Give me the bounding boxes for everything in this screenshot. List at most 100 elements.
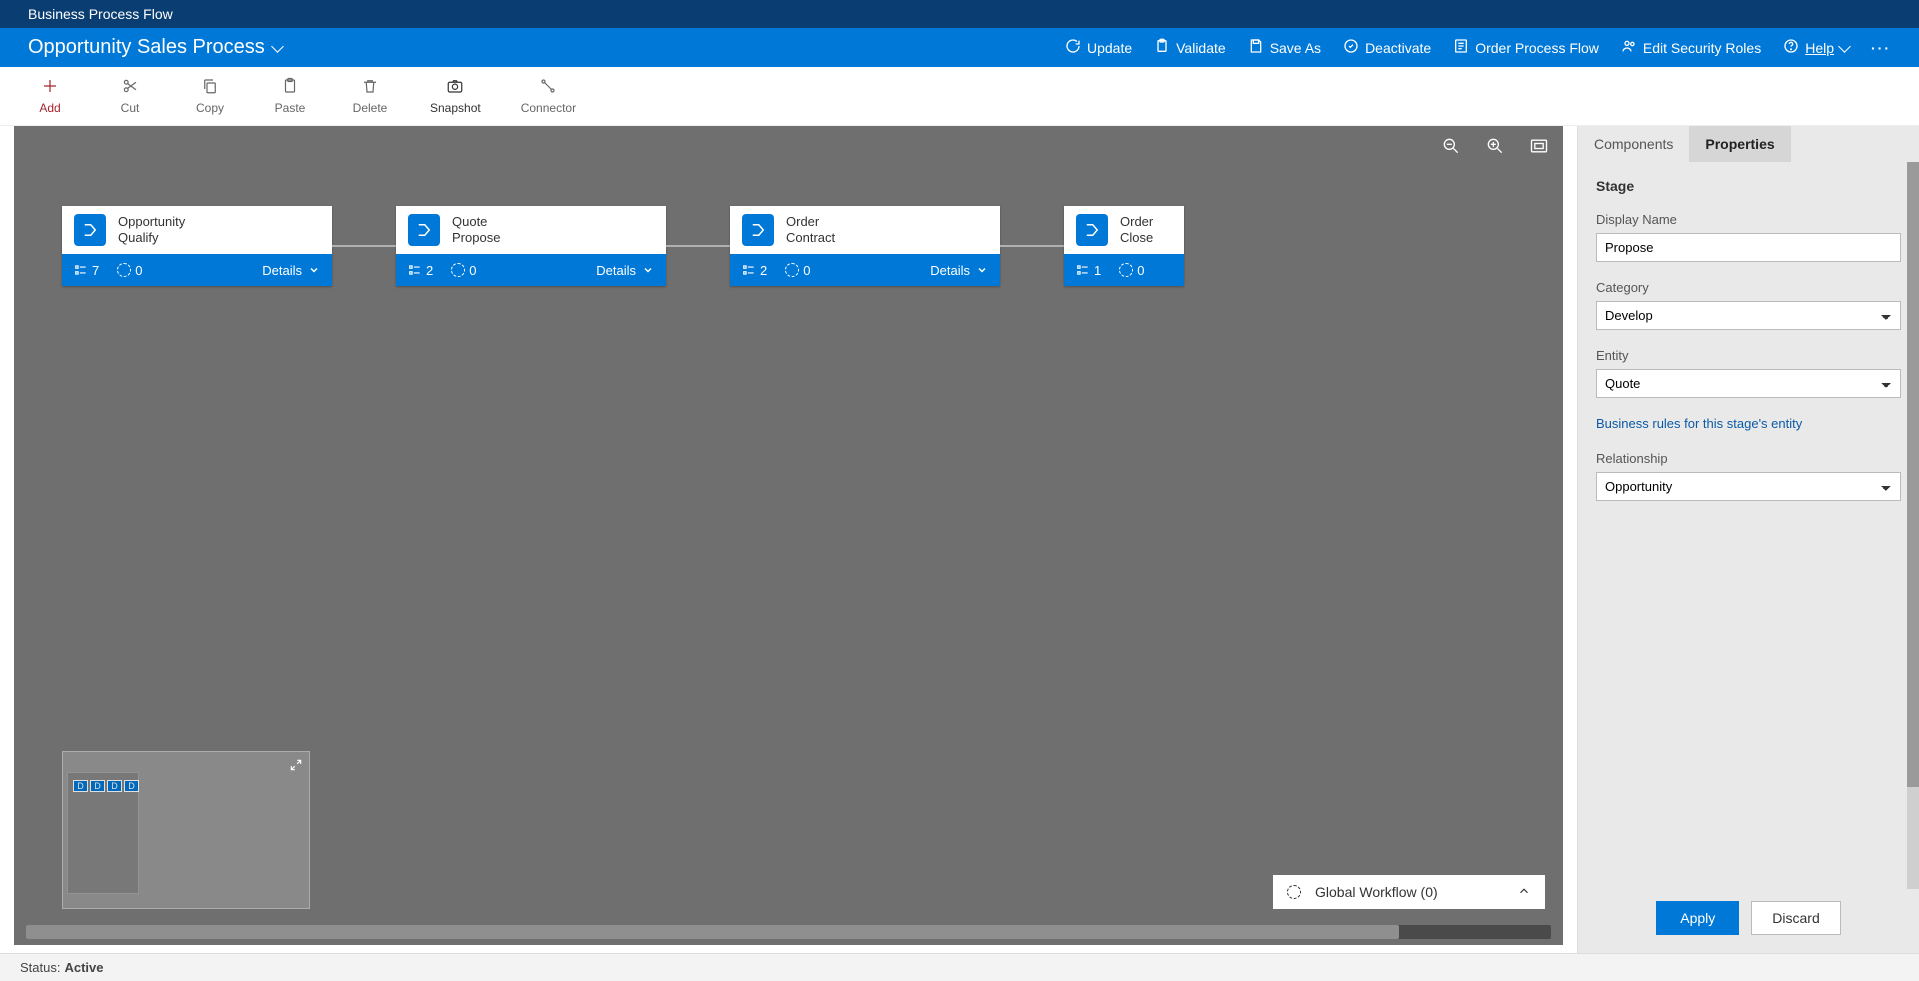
order-flow-icon (1453, 38, 1469, 57)
ribbon-actions: Update Validate Save As Deactivate Order… (1065, 38, 1891, 57)
copy-icon (201, 77, 219, 95)
delete-button[interactable]: Delete (350, 77, 390, 115)
plus-icon (41, 77, 59, 95)
section-title: Stage (1596, 178, 1901, 194)
workflow-count: 0 (1119, 263, 1144, 278)
display-name-input[interactable] (1596, 233, 1901, 262)
stage-icon (74, 214, 106, 246)
status-value: Active (64, 960, 103, 975)
chevron-down-icon (1838, 40, 1851, 53)
stage-card[interactable]: OrderContract 2 0 Details (730, 206, 1000, 286)
deactivate-icon (1343, 38, 1359, 57)
canvas-tools (1441, 136, 1549, 159)
edit-security-roles-button[interactable]: Edit Security Roles (1621, 38, 1761, 57)
step-count: 2 (742, 263, 767, 278)
fit-screen-button[interactable] (1529, 136, 1549, 159)
entity-select[interactable]: Quote (1596, 369, 1901, 398)
expand-icon[interactable] (289, 758, 303, 775)
stage-card[interactable]: OpportunityQualify 7 0 Details (62, 206, 332, 286)
workflow-count: 0 (785, 263, 810, 278)
stage-icon (1076, 214, 1108, 246)
app-titlebar: Business Process Flow (0, 0, 1919, 28)
connector-button[interactable]: Connector (521, 77, 576, 115)
connector-line (666, 245, 730, 247)
help-icon (1783, 38, 1799, 57)
status-label: Status: (20, 960, 60, 975)
details-toggle[interactable]: Details (262, 263, 320, 278)
stage-icon (408, 214, 440, 246)
help-button[interactable]: Help (1783, 38, 1849, 57)
step-count: 1 (1076, 263, 1101, 278)
save-icon (1248, 38, 1264, 57)
save-as-button[interactable]: Save As (1248, 38, 1321, 57)
details-toggle[interactable]: Details (930, 263, 988, 278)
details-toggle[interactable]: Details (596, 263, 654, 278)
main-area: OpportunityQualify 7 0 Details QuotePropo… (0, 126, 1919, 953)
add-button[interactable]: Add (30, 77, 70, 115)
trash-icon (361, 77, 379, 95)
global-workflow-bar[interactable]: Global Workflow (0) (1273, 875, 1545, 909)
apply-button[interactable]: Apply (1656, 901, 1739, 935)
statusbar: Status: Active (0, 953, 1919, 981)
more-button[interactable]: ··· (1871, 40, 1891, 56)
tab-components[interactable]: Components (1578, 126, 1689, 162)
zoom-in-button[interactable] (1485, 136, 1505, 159)
stage-icon (742, 214, 774, 246)
camera-icon (446, 77, 464, 95)
business-rules-link[interactable]: Business rules for this stage's entity (1596, 416, 1901, 431)
side-tabs: Components Properties (1578, 126, 1919, 162)
workflow-count: 0 (117, 263, 142, 278)
order-process-flow-button[interactable]: Order Process Flow (1453, 38, 1599, 57)
step-count: 7 (74, 263, 99, 278)
zoom-out-button[interactable] (1441, 136, 1461, 159)
stage-card[interactable]: OrderClose 1 0 (1064, 206, 1184, 286)
scissors-icon (121, 77, 139, 95)
stage-title: QuotePropose (452, 214, 500, 245)
relationship-select[interactable]: Opportunity (1596, 472, 1901, 501)
category-label: Category (1596, 280, 1901, 295)
copy-button[interactable]: Copy (190, 77, 230, 115)
stage-row: OpportunityQualify 7 0 Details QuotePropo… (62, 206, 1184, 286)
clipboard-icon (1154, 38, 1170, 57)
process-name-dropdown[interactable]: Opportunity Sales Process (28, 36, 282, 59)
validate-button[interactable]: Validate (1154, 38, 1226, 57)
scrollbar-thumb[interactable] (26, 925, 1399, 939)
minimap-viewport[interactable] (67, 772, 139, 894)
step-count: 2 (408, 263, 433, 278)
stage-title: OpportunityQualify (118, 214, 185, 245)
connector-icon (539, 77, 557, 95)
category-select[interactable]: Develop (1596, 301, 1901, 330)
paste-button[interactable]: Paste (270, 77, 310, 115)
global-workflow-label: Global Workflow (0) (1315, 884, 1438, 900)
update-button[interactable]: Update (1065, 38, 1132, 57)
canvas-wrap: OpportunityQualify 7 0 Details QuotePropo… (0, 126, 1577, 953)
stage-card[interactable]: QuotePropose 2 0Details (396, 206, 666, 286)
display-name-label: Display Name (1596, 212, 1901, 227)
connector-line (332, 245, 396, 247)
stage-title: OrderContract (786, 214, 835, 245)
workflow-icon (1287, 885, 1301, 899)
chevron-up-icon[interactable] (1517, 884, 1531, 901)
process-name-text: Opportunity Sales Process (28, 36, 265, 59)
entity-label: Entity (1596, 348, 1901, 363)
people-icon (1621, 38, 1637, 57)
toolbar: Add Cut Copy Paste Delete Snapshot Conne… (0, 67, 1919, 126)
discard-button[interactable]: Discard (1751, 901, 1840, 935)
canvas[interactable]: OpportunityQualify 7 0 Details QuotePropo… (14, 126, 1563, 945)
canvas-scrollbar[interactable] (26, 925, 1551, 939)
side-scrollbar-thumb[interactable] (1907, 162, 1919, 787)
stage-title: OrderClose (1120, 214, 1153, 245)
app-title: Business Process Flow (28, 6, 173, 22)
deactivate-button[interactable]: Deactivate (1343, 38, 1431, 57)
chevron-down-icon (271, 40, 284, 53)
connector-line (1000, 245, 1064, 247)
ribbon: Opportunity Sales Process Update Validat… (0, 28, 1919, 67)
side-scrollbar[interactable] (1907, 162, 1919, 889)
snapshot-button[interactable]: Snapshot (430, 77, 481, 115)
paste-icon (281, 77, 299, 95)
refresh-icon (1065, 38, 1081, 57)
side-body: Stage Display Name Category Develop Enti… (1578, 162, 1919, 889)
cut-button[interactable]: Cut (110, 77, 150, 115)
tab-properties[interactable]: Properties (1689, 126, 1790, 162)
minimap[interactable]: D D D D (62, 751, 310, 909)
